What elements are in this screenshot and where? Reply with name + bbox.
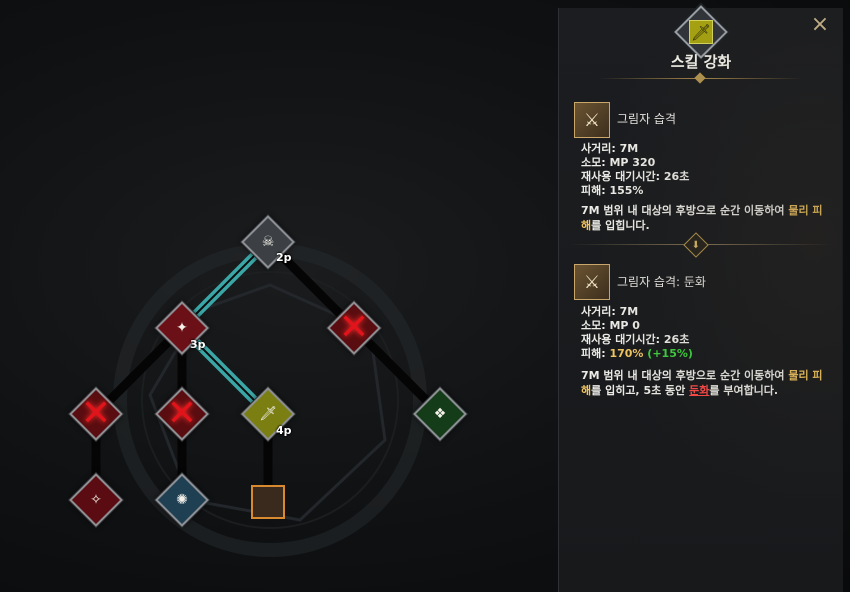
close-icon: ×: [810, 12, 830, 37]
panel-title: 스킬 강화: [670, 53, 732, 71]
locked-x-icon: ✕: [166, 393, 198, 434]
upgraded-skill-cooldown: 재사용 대기시간: 26초: [581, 333, 690, 346]
base-skill-description: 7M 범위 내 대상의 후방으로 순간 이동하여 물리 피해를 입힙니다.: [581, 203, 831, 233]
claw-icon: ✧: [90, 492, 102, 508]
dagger-icon: 🗡: [689, 20, 713, 44]
upgraded-skill-stats: 사거리: 7M 소모: MP 0 재사용 대기시간: 26초 피해: 170% …: [581, 305, 693, 361]
base-skill-stats: 사거리: 7M 소모: MP 320 재사용 대기시간: 26초 피해: 155…: [581, 142, 689, 198]
spirit-icon: ✺: [176, 492, 188, 508]
shadow-strike-icon: ⚔: [574, 102, 610, 138]
damage-bonus: (+15%): [647, 347, 693, 360]
base-skill-cost: 소모: MP 320: [581, 156, 656, 169]
skill-enhance-panel: 🗡 스킬 강화 × ⚔ 그림자 습격 사거리: 7M 소모: MP 320 재사…: [558, 5, 843, 592]
desc-text: 를 부여합니다.: [709, 384, 779, 397]
points-label-mid: 4p: [276, 424, 292, 437]
upgraded-skill-name: 그림자 습격: 둔화: [617, 275, 706, 289]
shadow-strike-slow-icon: ⚔: [574, 264, 610, 300]
base-skill-cooldown: 재사용 대기시간: 26초: [581, 170, 690, 183]
upgraded-skill-range: 사거리: 7M: [581, 305, 639, 318]
tree-node-l4-empty-slot[interactable]: [251, 485, 285, 519]
points-label-left: 3p: [190, 338, 206, 351]
close-button[interactable]: ×: [808, 13, 832, 37]
upgraded-skill-description: 7M 범위 내 대상의 후방으로 순간 이동하여 물리 피해를 입히고, 5초 …: [581, 368, 831, 398]
base-skill-range: 사거리: 7M: [581, 142, 639, 155]
points-label-root: 2p: [276, 251, 292, 264]
damage-value: 170%: [609, 347, 644, 360]
desc-text: 7M 범위 내 대상의 후방으로 순간 이동하여: [581, 204, 789, 217]
upgraded-skill-cost: 소모: MP 0: [581, 319, 640, 332]
desc-text: 를 입힙니다.: [591, 219, 650, 232]
locked-x-icon: ✕: [338, 307, 370, 348]
skill-tree: ☠ 2p ✦ 3p ✕ ✕ ✕ 🗡 4p ❖ ✧ ✺: [0, 0, 560, 592]
base-skill-damage: 피해: 155%: [581, 184, 644, 197]
base-skill-name: 그림자 습격: [617, 112, 677, 126]
desc-text: 를 입히고, 5초 동안: [591, 384, 690, 397]
wolf-icon: ❖: [433, 406, 447, 422]
title-divider-ornament: [694, 72, 706, 84]
upgraded-skill-damage: 피해: 170% (+15%): [581, 347, 693, 361]
damage-label: 피해:: [581, 347, 610, 360]
arrow-down-icon: ⬇: [683, 232, 709, 258]
status-effect-link[interactable]: 둔화: [689, 384, 709, 397]
locked-x-icon: ✕: [80, 393, 112, 434]
desc-text: 7M 범위 내 대상의 후방으로 순간 이동하여: [581, 369, 789, 382]
